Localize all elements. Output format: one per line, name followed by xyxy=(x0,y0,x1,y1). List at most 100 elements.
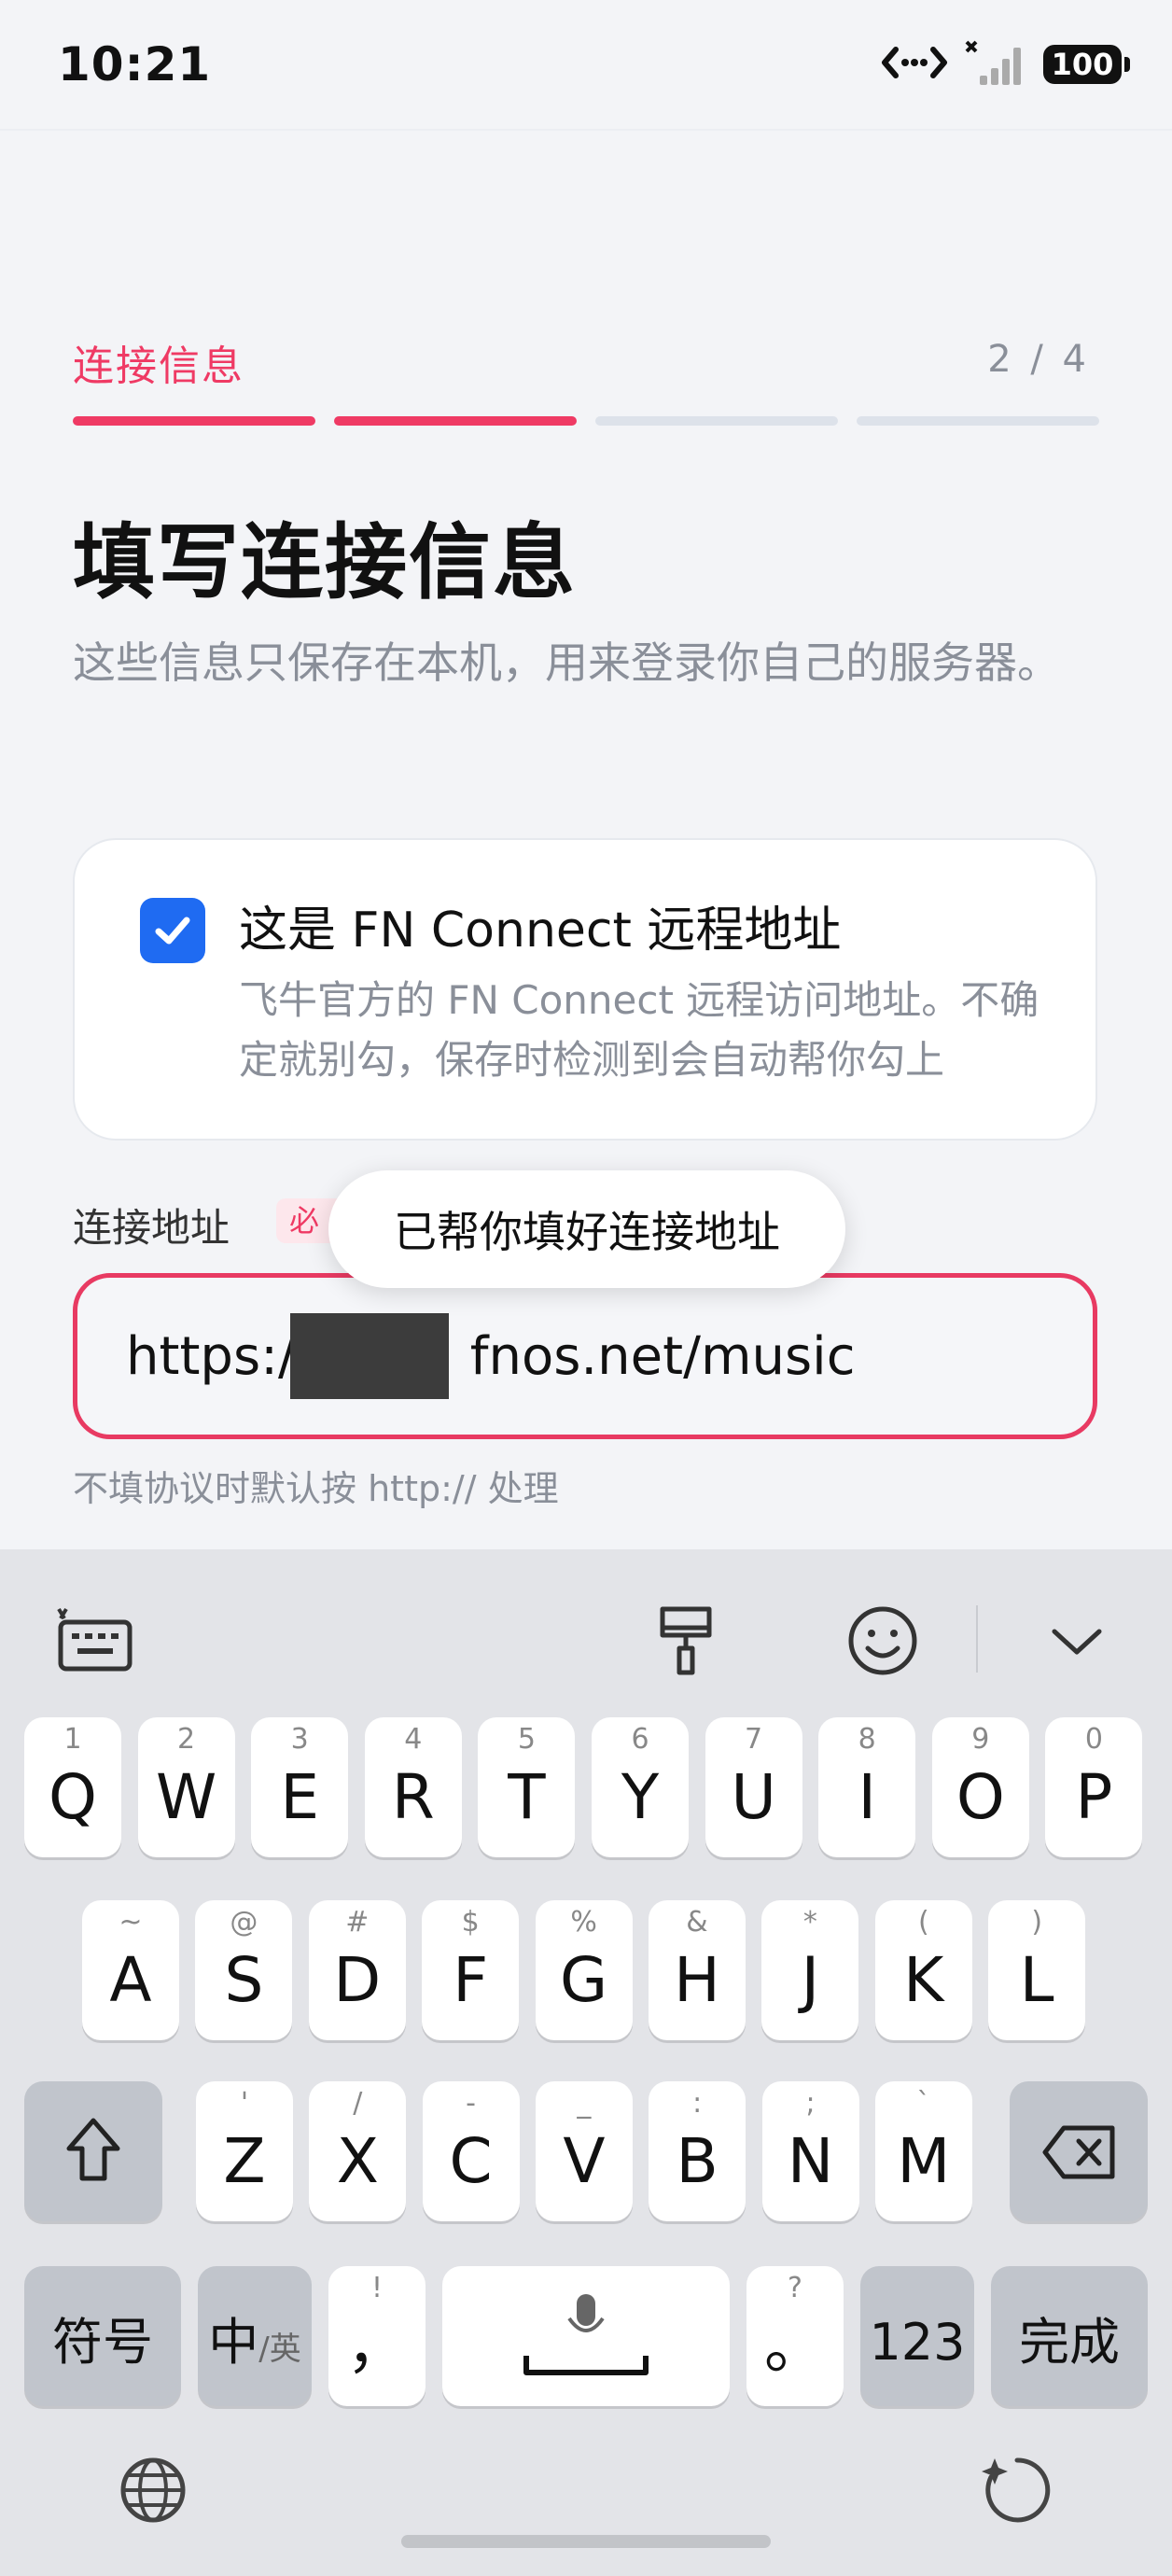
key-secondary-label: ~ xyxy=(119,1906,143,1939)
key-u[interactable]: 7U xyxy=(705,1717,802,1857)
data-transfer-icon xyxy=(881,42,948,87)
backspace-key[interactable] xyxy=(1010,2081,1148,2221)
key-secondary-label: / xyxy=(353,2087,363,2120)
key-j[interactable]: * J xyxy=(761,1900,859,2040)
fn-connect-option-card[interactable]: 这是 FN Connect 远程地址 飞牛官方的 FN Connect 远程访问… xyxy=(73,838,1097,1141)
key-label: D xyxy=(333,1944,382,2016)
key-n[interactable]: ; N xyxy=(761,2081,859,2221)
key-x[interactable]: / X xyxy=(309,2081,407,2221)
connection-url-label: 连接地址 xyxy=(73,1205,230,1251)
status-time: 10:21 xyxy=(58,37,212,91)
fn-connect-title: 这是 FN Connect 远程地址 xyxy=(239,903,842,959)
key-b[interactable]: :B xyxy=(649,2081,746,2221)
connection-url-input[interactable]: https:// fnos.net/music xyxy=(73,1273,1097,1439)
done-key[interactable]: 完成 xyxy=(991,2266,1148,2406)
emoji-icon[interactable] xyxy=(838,1605,928,1676)
key-secondary-label: ( xyxy=(917,1906,929,1939)
key-label: H xyxy=(674,1944,720,2016)
key-secondary-label: : xyxy=(692,2087,703,2120)
key-label: B xyxy=(676,2125,719,2197)
key-h[interactable]: & H xyxy=(649,1900,746,2040)
key-secondary-label: - xyxy=(466,2087,476,2120)
key-secondary-label: 1 xyxy=(63,1723,82,1756)
key-q[interactable]: 1Q xyxy=(24,1717,121,1857)
globe-icon[interactable] xyxy=(118,2455,188,2529)
fn-connect-checkbox[interactable] xyxy=(140,898,205,963)
home-indicator xyxy=(401,2535,771,2548)
redacted-block xyxy=(290,1313,449,1399)
key-secondary-label: 2 xyxy=(177,1723,196,1756)
voice-assistant-icon[interactable] xyxy=(980,2453,1054,2531)
key-f[interactable]: $ F xyxy=(422,1900,520,2040)
key-secondary-label: @ xyxy=(230,1906,258,1939)
key-label: Q xyxy=(49,1761,97,1833)
url-prefix: https:// xyxy=(126,1326,314,1387)
keyboard-switch-icon[interactable] xyxy=(52,1605,138,1676)
key-label: Y xyxy=(621,1761,660,1833)
key-a[interactable]: ~ A xyxy=(82,1900,179,2040)
fn-connect-description: 飞牛官方的 FN Connect 远程访问地址。不确定就别勾，保存时检测到会自动… xyxy=(239,977,1039,1083)
soft-keyboard: 1 Q 2 W 3 E 4 R 5 T 6 Y 7 U 8 I 9 O 0 P ~ A @ S # D $ F% G & H * J(K) L ' Z… xyxy=(0,1549,1172,2576)
key-e[interactable]: 3E xyxy=(251,1717,349,1857)
shift-key[interactable] xyxy=(24,2081,162,2221)
key-secondary-label: % xyxy=(570,1906,597,1939)
collapse-keyboard-icon[interactable] xyxy=(1036,1605,1118,1676)
language-switch-key[interactable]: 中/英 xyxy=(198,2266,312,2406)
key-t[interactable]: 5T xyxy=(478,1717,576,1857)
comma-key[interactable]: ! ， xyxy=(328,2266,426,2406)
period-key[interactable]: ? 。 xyxy=(746,2266,844,2406)
key-d[interactable]: # D xyxy=(308,1900,406,2040)
status-bar: 10:21 100 xyxy=(0,0,1172,131)
key-k[interactable]: (K xyxy=(874,1900,972,2040)
symbols-key[interactable]: 符号 xyxy=(24,2266,181,2406)
key-label: P xyxy=(1075,1761,1113,1833)
key-g[interactable]: % G xyxy=(535,1900,633,2040)
key-v[interactable]: _ V xyxy=(535,2081,633,2221)
space-key[interactable] xyxy=(442,2266,730,2406)
key-label: T xyxy=(508,1761,546,1833)
key-c[interactable]: -C xyxy=(422,2081,520,2221)
cellular-signal-icon xyxy=(965,40,1026,89)
key-secondary-label: 4 xyxy=(404,1723,423,1756)
key-secondary-label: 8 xyxy=(858,1723,876,1756)
key-label: N xyxy=(787,2125,834,2197)
key-secondary-label: ) xyxy=(1031,1906,1043,1939)
paintbrush-icon[interactable] xyxy=(644,1605,728,1676)
key-label: F xyxy=(453,1944,489,2016)
key-y[interactable]: 6Y xyxy=(592,1717,689,1857)
key-secondary-label: $ xyxy=(461,1906,480,1939)
key-w[interactable]: 2W xyxy=(137,1717,235,1857)
key-secondary-label: 3 xyxy=(290,1723,309,1756)
key-secondary-label: # xyxy=(345,1906,370,1939)
battery-icon: 100 xyxy=(1043,45,1130,84)
url-suffix: fnos.net/music xyxy=(469,1326,856,1387)
key-label: C xyxy=(449,2125,493,2197)
key-label: Z xyxy=(223,2125,266,2197)
key-label: E xyxy=(280,1761,320,1833)
key-secondary-label: & xyxy=(686,1906,708,1939)
key-r[interactable]: 4R xyxy=(364,1717,462,1857)
key-label: O xyxy=(956,1761,1005,1833)
key-secondary-label: 7 xyxy=(745,1723,763,1756)
key-label: K xyxy=(903,1944,944,2016)
numbers-key[interactable]: 123 xyxy=(860,2266,974,2406)
key-label: J xyxy=(801,1944,820,2016)
key-secondary-label: ; xyxy=(805,2087,816,2120)
key-secondary-label: ' xyxy=(240,2087,249,2120)
progress-segment-2 xyxy=(334,416,577,426)
key-m[interactable]: ` M xyxy=(874,2081,972,2221)
key-secondary-label: * xyxy=(802,1906,817,1939)
key-l[interactable]: ) L xyxy=(988,1900,1086,2040)
key-label: G xyxy=(560,1944,608,2016)
key-label: V xyxy=(563,2125,606,2197)
key-secondary-label: 5 xyxy=(517,1723,536,1756)
key-label: M xyxy=(897,2125,951,2197)
url-input-value: https:// fnos.net/music xyxy=(126,1326,856,1387)
key-z[interactable]: ' Z xyxy=(196,2081,293,2221)
key-i[interactable]: 8I xyxy=(818,1717,916,1857)
key-p[interactable]: 0P xyxy=(1045,1717,1143,1857)
status-icons: 100 xyxy=(881,40,1130,89)
key-s[interactable]: @ S xyxy=(195,1900,293,2040)
key-label: L xyxy=(1019,1944,1054,2016)
key-o[interactable]: 9O xyxy=(931,1717,1029,1857)
